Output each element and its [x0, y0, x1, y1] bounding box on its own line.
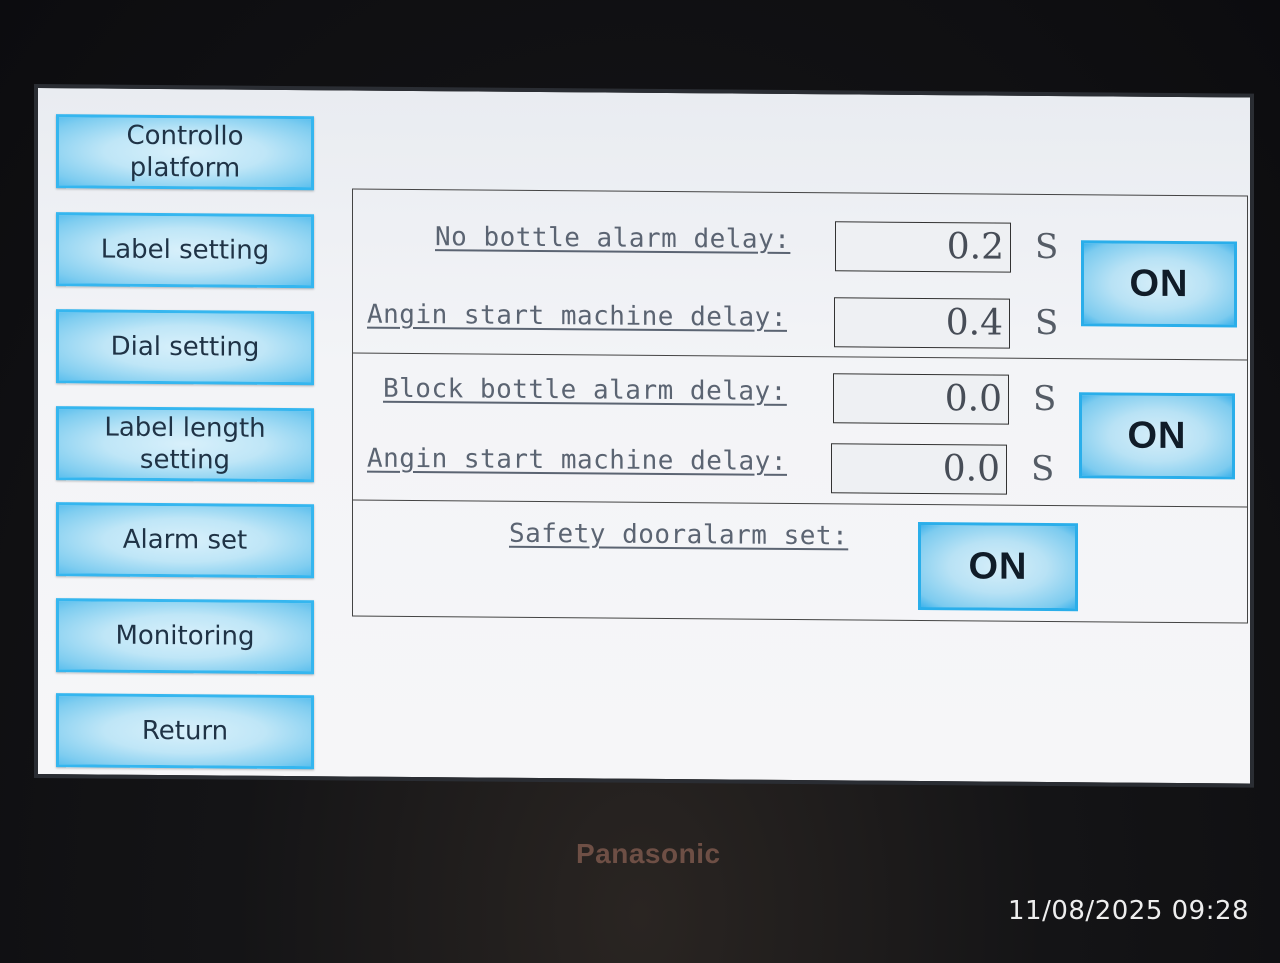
block-bottle-alarm-toggle-button[interactable]: ON: [1079, 392, 1235, 480]
sidebar-item-label-setting[interactable]: Label setting: [56, 212, 314, 289]
return-button-label: Return: [141, 715, 229, 747]
safety-door-alarm-label: Safety dooralarm set:: [509, 518, 849, 552]
divider: [353, 499, 1247, 508]
sidebar-item-label: Label length setting: [104, 412, 266, 476]
no-bottle-alarm-delay-input[interactable]: 0.2: [835, 221, 1011, 273]
divider: [353, 352, 1247, 361]
unit-seconds: S: [1035, 302, 1059, 344]
panasonic-logo: Panasonic: [576, 838, 721, 869]
return-button[interactable]: Return: [56, 693, 314, 770]
angin-start-machine-delay-input[interactable]: 0.4: [834, 297, 1010, 349]
block-bottle-alarm-delay-input[interactable]: 0.0: [833, 373, 1009, 425]
hmi-screen: Controllo platform Label setting Dial se…: [34, 84, 1254, 788]
sidebar-item-monitoring[interactable]: Monitoring: [56, 598, 314, 675]
no-bottle-alarm-toggle-button[interactable]: ON: [1081, 240, 1237, 328]
toggle-label: ON: [1127, 414, 1187, 457]
sidebar-item-label: Label setting: [100, 234, 270, 266]
unit-seconds: S: [1033, 378, 1057, 420]
sidebar-item-label-length-setting[interactable]: Label length setting: [56, 406, 314, 483]
no-bottle-alarm-delay-label: No bottle alarm delay:: [435, 222, 791, 255]
angin-start-machine-delay-label: Angin start machine delay:: [367, 443, 787, 477]
toggle-label: ON: [968, 544, 1028, 588]
sidebar-item-label: Controllo platform: [126, 120, 244, 184]
angin-start-machine-delay-label: Angin start machine delay:: [367, 299, 787, 333]
safety-door-alarm-toggle-button[interactable]: ON: [918, 521, 1078, 612]
sidebar-item-controllo-platform[interactable]: Controllo platform: [56, 114, 314, 191]
sidebar-item-label: Monitoring: [115, 620, 255, 652]
sidebar-item-alarm-set[interactable]: Alarm set: [56, 502, 314, 579]
toggle-label: ON: [1129, 262, 1189, 305]
sidebar-item-label: Alarm set: [122, 524, 248, 556]
sidebar-item-dial-setting[interactable]: Dial setting: [56, 309, 314, 386]
sidebar-item-label: Dial setting: [110, 331, 260, 363]
unit-seconds: S: [1031, 448, 1055, 490]
unit-seconds: S: [1035, 226, 1059, 268]
angin-start-machine-delay-input[interactable]: 0.0: [831, 443, 1007, 495]
photo-timestamp: 11/08/2025 09:28: [1008, 896, 1250, 926]
alarm-settings-panel: No bottle alarm delay: 0.2 S Angin start…: [352, 188, 1248, 624]
block-bottle-alarm-delay-label: Block bottle alarm delay:: [383, 373, 787, 407]
